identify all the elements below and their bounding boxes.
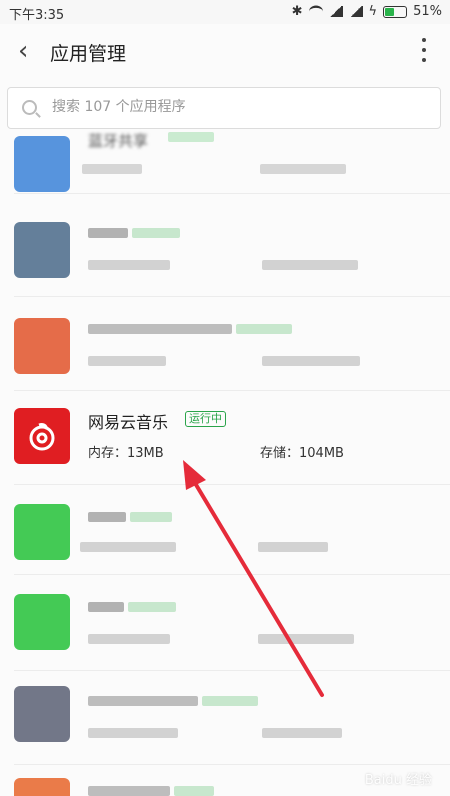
list-item[interactable] xyxy=(0,488,450,580)
chevron-left-icon[interactable]: ‹ xyxy=(18,38,28,64)
list-item[interactable]: 蓝牙共享 xyxy=(0,120,450,212)
divider xyxy=(14,574,450,575)
list-item[interactable] xyxy=(0,300,450,392)
bluetooth-icon: ✱ xyxy=(291,4,303,19)
status-time: 下午3:35 xyxy=(9,8,65,23)
signal-icon xyxy=(328,6,343,17)
app-icon-blurred xyxy=(14,318,70,374)
more-vertical-icon[interactable] xyxy=(422,38,428,62)
status-icons: ✱ ϟ 51% xyxy=(292,4,442,19)
divider xyxy=(14,390,450,391)
app-icon-blurred xyxy=(14,222,70,278)
divider xyxy=(14,193,450,194)
watermark: Baidu 经验 xyxy=(364,773,432,788)
search-input[interactable] xyxy=(50,98,434,116)
list-item-netease-music[interactable]: 网易云音乐 运行中 内存：13MB 存储：104MB xyxy=(0,394,450,486)
status-badge: 运行中 xyxy=(185,411,226,427)
divider xyxy=(14,764,450,765)
battery-icon xyxy=(383,5,408,18)
battery-percent: 51% xyxy=(413,4,442,19)
app-icon-blurred xyxy=(14,778,70,796)
battery-fill xyxy=(385,7,395,16)
charging-icon: ϟ xyxy=(368,4,378,19)
netease-music-icon xyxy=(14,408,70,464)
wifi-icon xyxy=(308,5,323,18)
divider xyxy=(14,296,450,297)
page-title: 应用管理 xyxy=(50,43,127,65)
app-header: ‹ 应用管理 xyxy=(0,24,450,80)
list-item[interactable] xyxy=(0,580,450,672)
signal-icon-2 xyxy=(348,6,363,17)
storage-usage: 存储：104MB xyxy=(260,446,344,461)
divider xyxy=(14,670,450,671)
app-name: 蓝牙共享 xyxy=(88,132,149,150)
app-icon-blurred xyxy=(14,594,70,650)
app-icon-blurred xyxy=(14,504,70,560)
list-item[interactable] xyxy=(0,204,450,296)
music-logo-icon xyxy=(29,423,55,451)
status-bar: 下午3:35 ✱ ϟ 51% xyxy=(0,0,450,24)
app-icon-blurred xyxy=(14,686,70,742)
memory-usage: 内存：13MB xyxy=(88,446,164,461)
app-icon-bluetooth xyxy=(14,136,70,192)
search-icon xyxy=(22,100,37,115)
list-item[interactable] xyxy=(0,674,450,766)
divider xyxy=(14,484,450,485)
app-name: 网易云音乐 xyxy=(88,413,169,432)
